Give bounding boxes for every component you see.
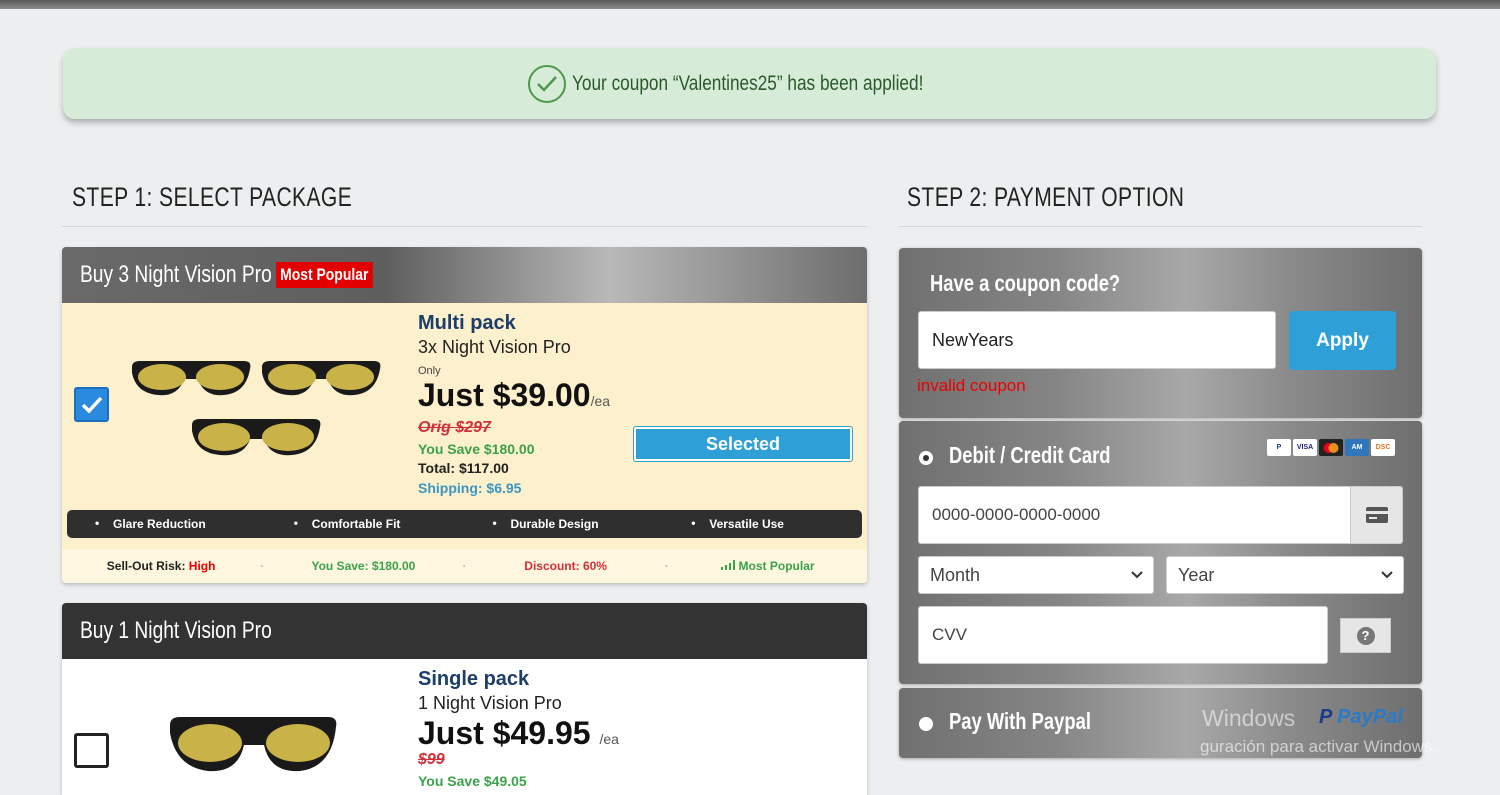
risk-value: High	[188, 559, 216, 573]
divider	[899, 226, 1422, 227]
risk-label: Sell-Out Risk:	[106, 559, 186, 573]
price-unit: /ea	[599, 731, 619, 747]
coupon-input[interactable]: NewYears	[918, 311, 1276, 369]
question-icon: ?	[1356, 626, 1375, 645]
checkmark-icon	[527, 64, 566, 103]
package-price: Just $49.95 /ea	[418, 715, 619, 752]
card-number-input[interactable]: 0000-0000-0000-0000	[918, 486, 1351, 544]
stat-popular: Most Popular	[669, 559, 867, 573]
checkmark-icon	[81, 396, 102, 414]
card-radio[interactable]	[919, 451, 933, 465]
year-select-value: Year	[1178, 564, 1215, 585]
paypal-logo-text: PayPal	[1337, 706, 1403, 728]
paypal-title: Pay With Paypal	[949, 708, 1091, 734]
coupon-applied-text: Your coupon “Valentines25” has been appl…	[571, 71, 923, 95]
package-price: Just $39.00/ea	[418, 377, 610, 414]
chevron-down-icon	[1381, 571, 1393, 579]
package-card-single[interactable]: Buy 1 Night Vision Pro Single pack 1 Nig…	[62, 603, 867, 795]
paypal-p-icon: P	[1319, 706, 1332, 728]
most-popular-badge: Most Popular	[276, 262, 373, 288]
chevron-down-icon	[1131, 571, 1143, 579]
shipping-text: Shipping: $6.95	[418, 480, 522, 496]
card-title: Debit / Credit Card	[949, 442, 1111, 468]
coupon-title: Have a coupon code?	[930, 270, 1121, 296]
amex-icon: AM	[1345, 439, 1369, 456]
credit-card-icon	[1350, 486, 1403, 544]
original-price: Orig $297	[418, 419, 491, 436]
paypal-logo: P PayPal	[1319, 706, 1403, 729]
package-checkbox[interactable]	[74, 387, 109, 422]
coupon-panel: Have a coupon code? NewYears Apply inval…	[899, 248, 1422, 418]
feature-label: Durable Design	[510, 517, 599, 531]
total-text: Total: $117.00	[418, 460, 509, 476]
package-subtitle: 1 Night Vision Pro	[418, 693, 562, 713]
package-header: Buy 1 Night Vision Pro	[62, 603, 867, 659]
cvv-help-button[interactable]: ?	[1340, 618, 1391, 653]
selected-button[interactable]: Selected	[634, 427, 852, 461]
package-header: Buy 3 Night Vision Pro Most Popular	[62, 247, 867, 303]
price-value: Just $49.95	[418, 715, 591, 751]
paypal-card-icon: P	[1267, 439, 1291, 456]
year-select[interactable]: Year	[1166, 556, 1404, 594]
card-payment-panel[interactable]: Debit / Credit Card P VISA AM DSC 0000-0…	[899, 421, 1422, 684]
coupon-error: invalid coupon	[917, 376, 1026, 395]
you-save-text: You Save $49.05	[418, 773, 527, 789]
discover-icon: DSC	[1371, 439, 1395, 456]
package-card-multi[interactable]: Buy 3 Night Vision Pro Most Popular Mult…	[62, 247, 867, 583]
feature-item: Comfortable Fit	[266, 516, 465, 531]
package-header-title: Buy 3 Night Vision Pro	[80, 261, 272, 288]
package-name: Multi pack	[418, 312, 516, 334]
you-save-text: You Save $180.00	[418, 441, 535, 457]
glasses-image	[132, 361, 381, 456]
windows-activation-watermark: guración para activar Windows.	[1200, 737, 1438, 756]
feature-label: Versatile Use	[709, 517, 784, 531]
feature-label: Comfortable Fit	[311, 517, 401, 531]
feature-label: Glare Reduction	[113, 517, 206, 531]
month-select[interactable]: Month	[918, 556, 1154, 594]
paypal-radio[interactable]	[919, 717, 933, 731]
package-checkbox[interactable]	[74, 733, 109, 768]
feature-item: Glare Reduction	[67, 516, 266, 531]
cvv-input[interactable]: CVV	[918, 606, 1328, 664]
coupon-applied-banner: Your coupon “Valentines25” has been appl…	[63, 48, 1436, 119]
package-name: Single pack	[418, 668, 530, 690]
feature-item: Versatile Use	[663, 516, 862, 531]
stat-discount: Discount: 60%	[524, 559, 607, 573]
month-select-value: Month	[930, 564, 981, 585]
sellout-risk: Sell-Out Risk: High	[62, 559, 260, 573]
step2-title: STEP 2: PAYMENT OPTION	[907, 182, 1185, 212]
package-subtitle: 3x Night Vision Pro	[418, 337, 571, 357]
step1-title: STEP 1: SELECT PACKAGE	[72, 182, 353, 212]
features-bar: Glare Reduction Comfortable Fit Durable …	[67, 510, 862, 538]
popular-label: Most Popular	[738, 559, 815, 573]
visa-icon: VISA	[1293, 439, 1317, 456]
price-prefix: Only	[418, 365, 441, 377]
feature-item: Durable Design	[465, 516, 664, 531]
signal-bars-icon	[721, 560, 736, 570]
windows-watermark: Windows	[1202, 705, 1296, 731]
price-value: Just $39.00	[418, 377, 591, 413]
stats-bar: Sell-Out Risk: High · You Save: $180.00 …	[62, 549, 867, 583]
package-body: Single pack 1 Night Vision Pro Just $49.…	[62, 659, 867, 795]
original-price: $99	[418, 751, 445, 768]
mastercard-icon	[1319, 439, 1343, 456]
divider	[62, 226, 867, 227]
card-logos: P VISA AM DSC	[1267, 439, 1395, 456]
price-unit: /ea	[590, 393, 611, 409]
top-bar	[0, 0, 1500, 9]
glasses-image	[170, 717, 337, 772]
package-body: Multi pack 3x Night Vision Pro Only Just…	[62, 303, 867, 583]
stat-save: You Save: $180.00	[311, 559, 416, 573]
package-header-title: Buy 1 Night Vision Pro	[80, 617, 272, 644]
apply-coupon-button[interactable]: Apply	[1289, 311, 1396, 370]
